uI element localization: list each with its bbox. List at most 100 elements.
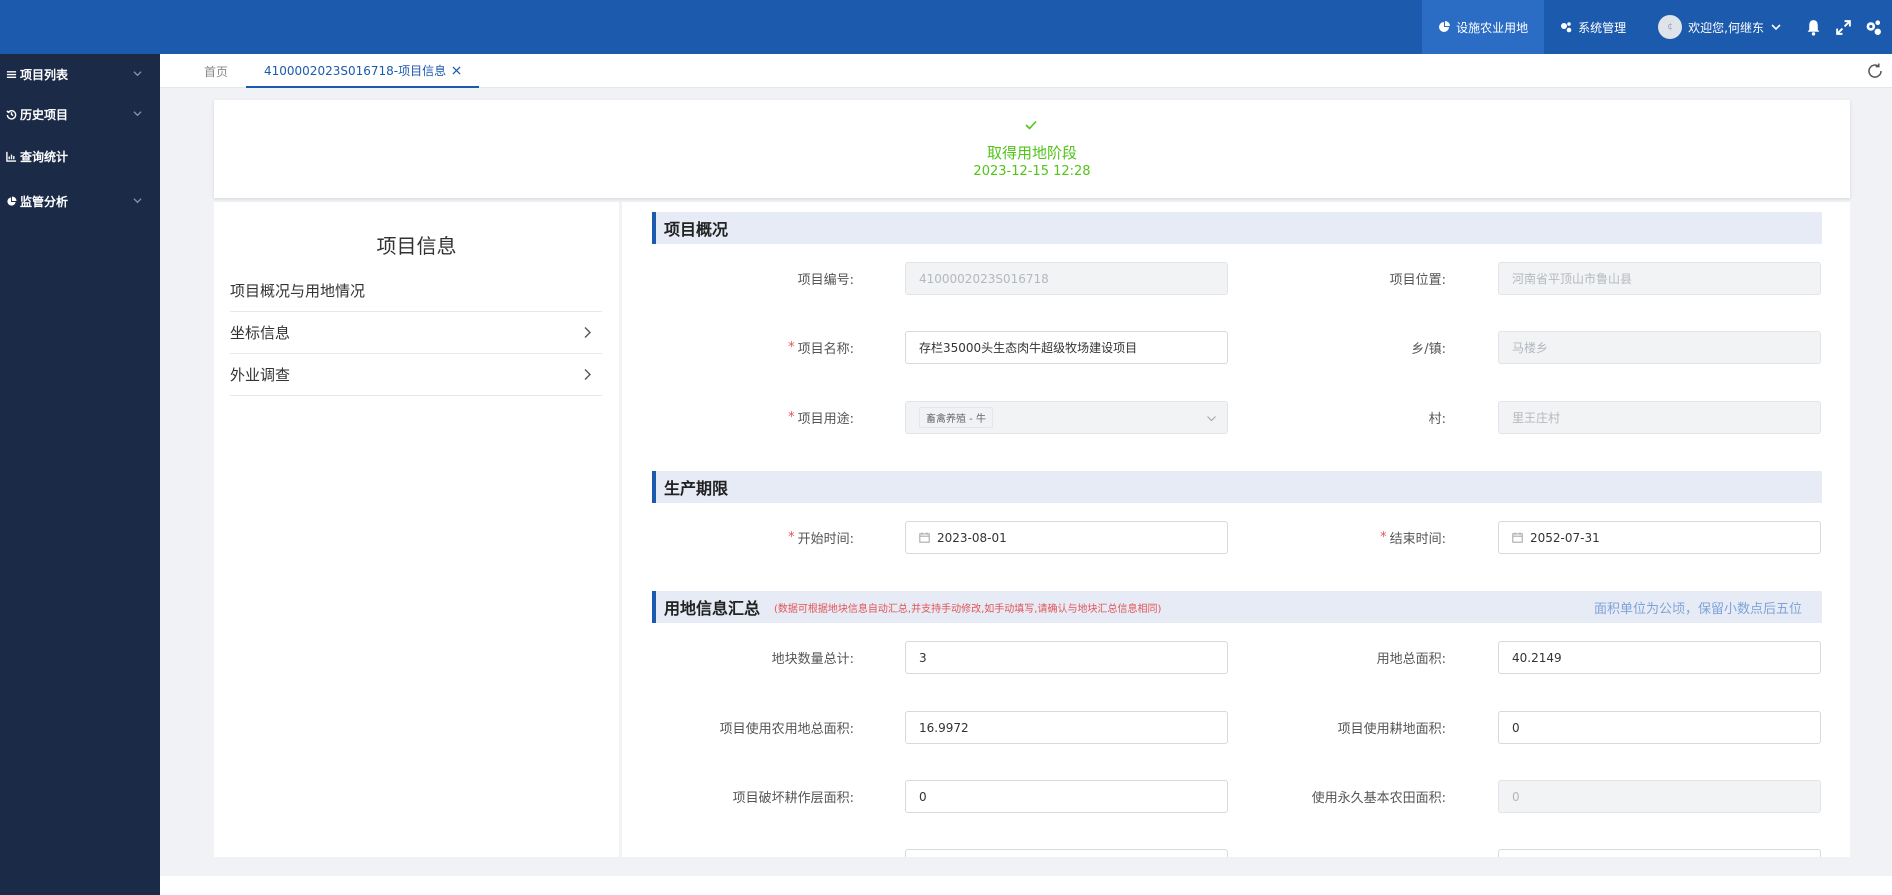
bell-icon [1807,19,1819,36]
left-panel: 项目信息 项目概况与用地情况 坐标信息 外业调查 [214,202,619,857]
sidebar-item-supervision[interactable]: 监管分析 [0,178,160,224]
section-note: (数据可根据地块信息自动汇总,并支持手动修改,如手动填写,请确认与地块汇总信息相… [774,603,1162,615]
project-name-input[interactable]: 存栏35000头生态肉牛超级牧场建设项目 [905,331,1228,364]
start-date-value: 2023-08-01 [937,530,1007,545]
sidebar-item-label: 项目列表 [20,67,69,82]
label-farmland-area: 项目使用农用地总面积: [719,721,854,737]
start-date-picker[interactable]: 2023-08-01 [905,521,1228,554]
chevron-down-icon [133,198,142,204]
close-icon[interactable] [452,65,461,75]
sidebar: 项目列表 历史项目 查询统计 监管分析 [0,54,160,895]
label-total-area: 用地总面积: [1376,651,1446,667]
pie-chart-icon [7,195,17,206]
section-title: 用地信息汇总 [664,599,761,618]
label-start-time: * 开始时间: [788,529,854,547]
topnav-facility-land[interactable]: 设施农业用地 [1422,0,1545,54]
label-plot-count: 地块数量总计: [771,651,854,667]
label-arable-area: 项目使用耕地面积: [1337,721,1446,737]
sidebar-item-statistics[interactable]: 查询统计 [0,134,160,178]
location-field: 河南省平顶山市鲁山县 [1498,262,1821,295]
topnav-system-management-label: 系统管理 [1578,20,1627,35]
welcome-text: 欢迎您,何继东 [1688,20,1764,35]
topnav-system-management[interactable]: 系统管理 [1544,0,1642,54]
tabs-bar: 首页 4100002023S016718-项目信息 [160,54,1892,88]
expand-icon [1835,19,1851,35]
avatar: ¢ [1658,15,1683,39]
farmland-area-input[interactable]: 16.9972 [905,711,1228,744]
stage-name: 取得用地阶段 [986,144,1077,162]
right-panel: 项目概况 项目编号: 4100002023S016718 项目位置: 河南省平顶… [622,202,1850,857]
label-project-no: 项目编号: [797,272,854,288]
chevron-down-icon [133,71,142,77]
next-row-input-left[interactable] [905,849,1228,857]
tab-project-info-label: 4100002023S016718-项目信息 [264,63,447,78]
next-row-input-right[interactable] [1498,849,1821,857]
label-village: 村: [1428,411,1446,427]
arable-area-input[interactable]: 0 [1498,711,1821,744]
history-icon [6,109,17,120]
chevron-right-icon [584,369,591,380]
label-project-name: * 项目名称: [788,339,854,357]
chevron-right-icon [584,327,591,338]
section-period-header: 生产期限 [652,471,1822,503]
gears-icon [1561,22,1572,33]
label-usage: * 项目用途: [788,409,854,427]
cogs-icon [1866,19,1881,35]
section-title: 生产期限 [664,479,729,498]
nav-item-label: 外业调查 [230,366,291,384]
project-no-field: 4100002023S016718 [905,262,1228,295]
pie-chart-icon [1439,21,1451,32]
bar-chart-icon [6,151,17,162]
usage-select[interactable]: 畜禽养殖 - 牛 [905,401,1228,434]
tab-project-info[interactable]: 4100002023S016718-项目信息 [246,54,480,88]
sidebar-item-label: 监管分析 [20,194,69,209]
label-location: 项目位置: [1389,272,1446,288]
end-date-value: 2052-07-31 [1530,530,1600,545]
section-overview-header: 项目概况 [652,212,1822,244]
label-town: 乡/镇: [1411,341,1446,357]
end-date-picker[interactable]: 2052-07-31 [1498,521,1821,554]
settings-button[interactable] [1858,0,1888,54]
chevron-down-icon [133,111,142,117]
left-panel-title: 项目信息 [376,234,457,258]
section-title: 项目概况 [664,220,729,239]
notification-button[interactable] [1798,0,1828,54]
stage-time: 2023-12-15 12:28 [973,164,1091,179]
content-footer [160,876,1892,895]
fullscreen-button[interactable] [1828,0,1858,54]
nav-item-coordinates[interactable]: 坐标信息 [230,312,602,354]
nav-item-field-survey[interactable]: 外业调查 [230,354,602,396]
usage-tag: 畜禽养殖 - 牛 [919,407,993,428]
chevron-down-icon [1207,416,1216,422]
calendar-icon [919,532,930,543]
damage-area-input[interactable]: 0 [905,780,1228,813]
nav-item-overview[interactable]: 项目概况与用地情况 [230,270,602,312]
basic-farmland-field: 0 [1498,780,1821,813]
town-field: 马楼乡 [1498,331,1821,364]
user-menu[interactable]: ¢ 欢迎您,何继东 [1642,0,1798,54]
sidebar-item-history[interactable]: 历史项目 [0,94,160,134]
section-land-header: 用地信息汇总 (数据可根据地块信息自动汇总,并支持手动修改,如手动填写,请确认与… [652,591,1822,623]
topnav-facility-land-label: 设施农业用地 [1456,20,1529,35]
sidebar-item-project-list[interactable]: 项目列表 [0,54,160,94]
chevron-down-icon [1771,24,1781,31]
total-area-input[interactable]: 40.2149 [1498,641,1821,674]
list-icon [6,70,17,78]
check-icon [1025,120,1037,130]
label-end-time: * 结束时间: [1380,529,1446,547]
village-field: 里王庄村 [1498,401,1821,434]
label-basic-farmland: 使用永久基本农田面积: [1311,790,1446,806]
top-nav: 设施农业用地 系统管理 ¢ 欢迎您,何继东 [1422,0,1892,54]
unit-hint: 面积单位为公顷，保留小数点后五位 [1593,601,1802,617]
calendar-icon [1512,532,1523,543]
nav-item-label: 项目概况与用地情况 [230,282,366,300]
tab-home[interactable]: 首页 [204,54,228,88]
top-bar: 设施农业用地 系统管理 ¢ 欢迎您,何继东 [0,0,1892,54]
plot-count-input[interactable]: 3 [905,641,1228,674]
nav-item-label: 坐标信息 [230,324,291,342]
stage-card: 取得用地阶段 2023-12-15 12:28 [214,100,1850,198]
sidebar-item-label: 查询统计 [20,149,69,164]
sidebar-item-label: 历史项目 [20,107,69,122]
refresh-icon[interactable] [1866,62,1884,80]
label-damage-area: 项目破坏耕作层面积: [732,790,854,806]
